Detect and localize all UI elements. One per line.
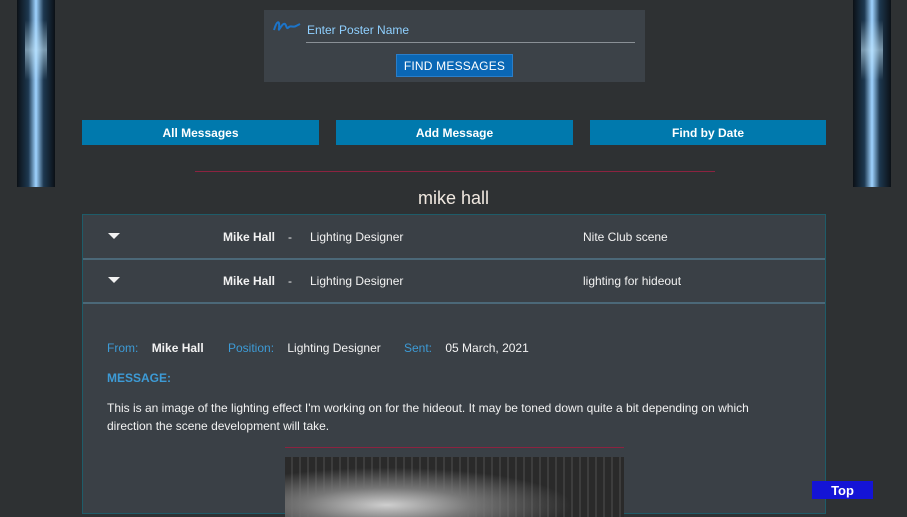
sent-field: Sent: 05 March, 2021	[404, 341, 529, 355]
page-title: mike hall	[417, 188, 490, 208]
sent-value: 05 March, 2021	[445, 341, 529, 355]
all-messages-button[interactable]: All Messages	[82, 120, 319, 145]
sent-label: Sent:	[404, 341, 433, 355]
caret-down-icon[interactable]	[108, 233, 120, 239]
search-panel: FIND MESSAGES	[264, 10, 645, 82]
position-value: Lighting Designer	[287, 341, 381, 355]
poster-name: Mike Hall	[223, 274, 276, 288]
poster-position: Lighting Designer	[310, 274, 404, 288]
message-label: MESSAGE:	[107, 371, 172, 385]
poster-name: Mike Hall	[223, 230, 276, 244]
message-subject: lighting for hideout	[583, 274, 682, 288]
separator: -	[288, 230, 292, 244]
title-divider	[195, 171, 715, 172]
image-divider	[285, 447, 624, 448]
top-button[interactable]: Top	[812, 481, 873, 499]
poster-position: Lighting Designer	[310, 230, 404, 244]
position-field: Position: Lighting Designer	[228, 341, 381, 355]
side-light-image-left	[17, 0, 55, 187]
add-message-button[interactable]: Add Message	[336, 120, 573, 145]
attached-image	[285, 457, 624, 517]
find-messages-button[interactable]: FIND MESSAGES	[396, 54, 513, 77]
poster-name-input[interactable]	[306, 18, 635, 43]
message-list: Mike Hall - Lighting Designer Nite Club …	[82, 214, 826, 517]
side-light-image-right	[853, 0, 891, 187]
position-label: Position:	[228, 341, 275, 355]
find-by-date-button[interactable]: Find by Date	[590, 120, 826, 145]
message-row[interactable]: Mike Hall - Lighting Designer Nite Club …	[83, 215, 825, 260]
message-row[interactable]: Mike Hall - Lighting Designer lighting f…	[83, 259, 825, 304]
caret-down-icon[interactable]	[108, 277, 120, 283]
from-label: From:	[107, 341, 139, 355]
message-body: This is an image of the lighting effect …	[107, 401, 749, 433]
signature-icon	[273, 21, 301, 31]
separator: -	[288, 274, 292, 288]
from-value: Mike Hall	[151, 341, 204, 355]
from-field: From: Mike Hall	[107, 341, 204, 355]
message-subject: Nite Club scene	[583, 230, 668, 244]
